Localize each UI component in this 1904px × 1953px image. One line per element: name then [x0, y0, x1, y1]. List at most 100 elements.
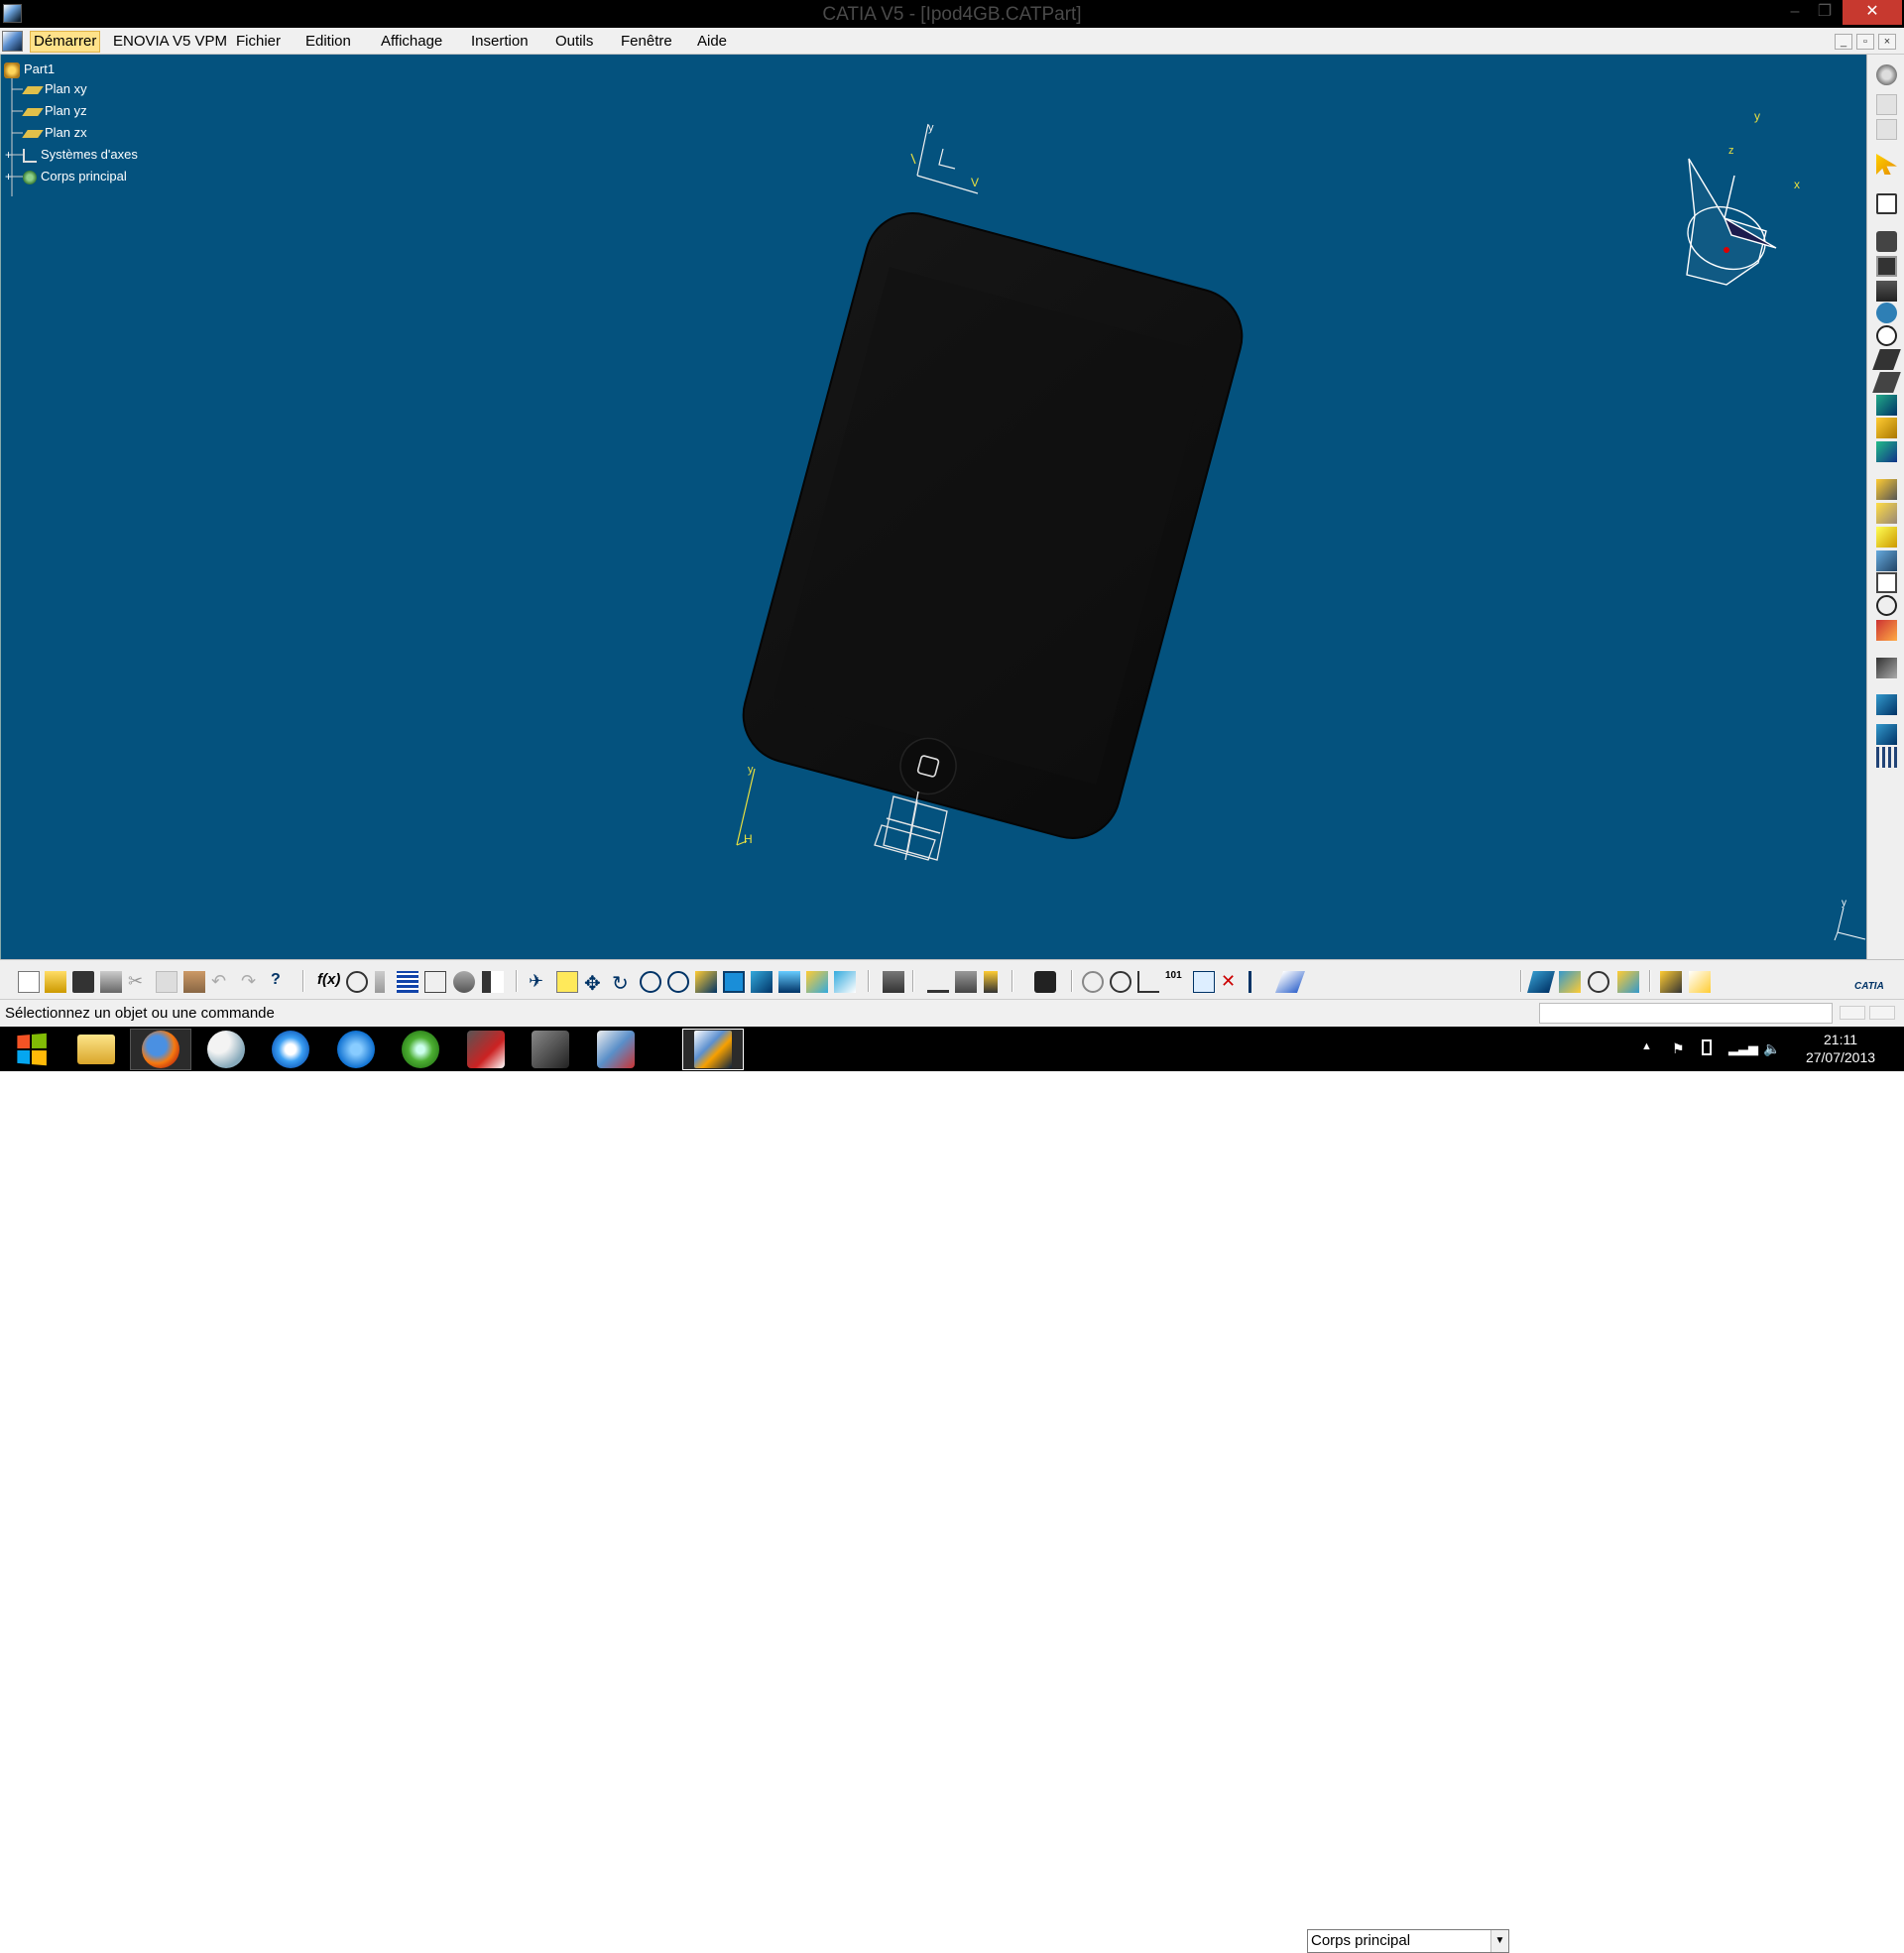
loft-icon[interactable]	[1876, 418, 1897, 438]
new-file-icon[interactable]	[18, 971, 40, 993]
close-button[interactable]: ✕	[1843, 0, 1902, 25]
save-icon[interactable]	[72, 971, 94, 993]
gear-icon[interactable]	[1876, 64, 1897, 85]
3d-viewport[interactable]: y V y H y x z y Part1 Plan xy Plan yz Pl…	[0, 55, 1866, 959]
axis-system-tool-icon[interactable]	[1137, 971, 1159, 993]
tree-item-plan-zx[interactable]: Plan zx	[22, 125, 87, 141]
multi-view-icon[interactable]	[723, 971, 745, 993]
print-icon[interactable]	[100, 971, 122, 993]
copy-icon[interactable]	[156, 971, 178, 993]
shaft-icon[interactable]	[1876, 281, 1897, 302]
doc-minimize-button[interactable]: _	[1835, 34, 1852, 50]
menu-aide[interactable]: Aide	[694, 32, 730, 52]
taskbar-file-explorer[interactable]	[65, 1029, 127, 1070]
camera-icon[interactable]	[1034, 971, 1056, 993]
tree-root-part1[interactable]: Part1	[4, 61, 55, 78]
pad-icon[interactable]	[1876, 231, 1897, 252]
remove-face-icon[interactable]	[1876, 620, 1897, 641]
menu-fenetre[interactable]: Fenêtre	[618, 32, 675, 52]
command-input[interactable]	[1539, 1003, 1833, 1024]
tree-item-part-body[interactable]: + Corps principal	[5, 169, 127, 184]
start-button[interactable]	[0, 1029, 61, 1070]
system-clock[interactable]: 21:11 27/07/2013	[1781, 1031, 1900, 1066]
open-folder-icon[interactable]	[45, 971, 66, 993]
menu-insertion[interactable]: Insertion	[468, 32, 532, 52]
mirror-icon[interactable]	[1876, 694, 1897, 715]
draft-icon[interactable]	[1876, 527, 1897, 548]
taskbar-graphics-app[interactable]	[520, 1029, 581, 1070]
slot-icon[interactable]	[1872, 372, 1901, 393]
groove-icon[interactable]	[1876, 303, 1897, 323]
shading-icon[interactable]	[778, 971, 800, 993]
taskbar-thunder[interactable]	[325, 1029, 387, 1070]
volume-icon[interactable]: 🔈	[1763, 1040, 1780, 1057]
dress-up-icon[interactable]	[1110, 971, 1131, 993]
sketcher-icon[interactable]	[1876, 193, 1897, 214]
fit-all-icon[interactable]	[556, 971, 578, 993]
pan-icon[interactable]: ✥	[584, 971, 606, 995]
tree-item-axis-systems[interactable]: + Systèmes d'axes	[5, 147, 138, 163]
pocket-icon[interactable]	[1876, 256, 1897, 277]
zoom-in-icon[interactable]	[640, 971, 661, 993]
expand-icon[interactable]: +	[5, 171, 15, 183]
show-hidden-icons[interactable]: ▲	[1641, 1040, 1652, 1052]
shell-icon[interactable]	[1876, 550, 1897, 571]
render-style-icon[interactable]	[1617, 971, 1639, 993]
taskbar-firefox[interactable]	[130, 1029, 191, 1070]
doc-close-button[interactable]: ×	[1878, 34, 1896, 50]
spec-icon[interactable]	[482, 971, 504, 993]
zoom-out-icon[interactable]	[667, 971, 689, 993]
measure-inertia-icon[interactable]	[984, 971, 998, 993]
current-body-select[interactable]: Corps principal ▼	[1307, 1929, 1509, 1953]
knowledge-icon[interactable]	[346, 971, 368, 993]
sketch-disabled-icon[interactable]	[1876, 119, 1897, 140]
boolean-icon[interactable]	[1193, 971, 1215, 993]
status-button[interactable]	[1869, 1006, 1895, 1020]
catia-menu-icon[interactable]	[2, 31, 23, 52]
table-icon[interactable]	[397, 971, 418, 993]
taskbar-solidworks[interactable]	[585, 1029, 647, 1070]
network-signal-icon[interactable]: ▂▃▅	[1728, 1040, 1758, 1056]
menu-affichage[interactable]: Affichage	[378, 32, 445, 52]
thread-icon[interactable]	[1876, 595, 1897, 616]
paste-icon[interactable]	[183, 971, 205, 993]
menu-edition[interactable]: Edition	[302, 32, 354, 52]
taskbar-itunes[interactable]	[260, 1029, 321, 1070]
translation-icon[interactable]	[1876, 658, 1897, 678]
measure-between-icon[interactable]	[927, 971, 949, 993]
tree-item-plan-yz[interactable]: Plan yz	[22, 103, 87, 119]
formula-icon[interactable]: f(x)	[317, 971, 340, 993]
rotate-icon[interactable]: ↻	[612, 971, 634, 995]
pattern-icon[interactable]	[1876, 724, 1897, 745]
menu-outils[interactable]: Outils	[552, 32, 596, 52]
maximize-button[interactable]: ❐	[1812, 0, 1838, 26]
tree-item-plan-xy[interactable]: Plan xy	[22, 81, 87, 97]
analysis-icon[interactable]: ✕	[1221, 971, 1243, 993]
insert-body-icon[interactable]	[1527, 971, 1555, 993]
menu-fichier[interactable]: Fichier	[233, 32, 284, 52]
remove-loft-icon[interactable]	[1876, 441, 1897, 462]
assemble-icon[interactable]	[1559, 971, 1581, 993]
status-button[interactable]	[1840, 1006, 1865, 1020]
hide-show-icon[interactable]	[806, 971, 828, 993]
chevron-down-icon[interactable]: ▼	[1490, 1930, 1508, 1952]
action-center-flag-icon[interactable]: ⚑	[1672, 1040, 1685, 1057]
taskbar-utorrent[interactable]	[390, 1029, 451, 1070]
battery-icon[interactable]	[1702, 1039, 1712, 1055]
swap-space-icon[interactable]	[834, 971, 856, 993]
taskbar-paint[interactable]	[195, 1029, 257, 1070]
select-arrow-icon[interactable]	[1876, 154, 1897, 175]
fly-icon[interactable]: ✈	[529, 971, 550, 993]
menu-demarrer[interactable]: Démarrer	[30, 31, 101, 53]
redo-icon[interactable]: ↷	[241, 971, 263, 993]
hole-icon[interactable]	[1876, 325, 1897, 346]
rib-icon[interactable]	[1872, 349, 1901, 370]
fillet-icon[interactable]	[1876, 479, 1897, 500]
whats-this-icon[interactable]: ?	[271, 971, 293, 993]
sketch-disabled-icon[interactable]	[1876, 94, 1897, 115]
stiffener-icon[interactable]	[1876, 395, 1897, 416]
constraint-icon[interactable]: 101	[1165, 971, 1187, 993]
chamfer-icon[interactable]	[1876, 503, 1897, 524]
measure-icon[interactable]	[883, 971, 904, 993]
undo-icon[interactable]: ↶	[211, 971, 233, 993]
